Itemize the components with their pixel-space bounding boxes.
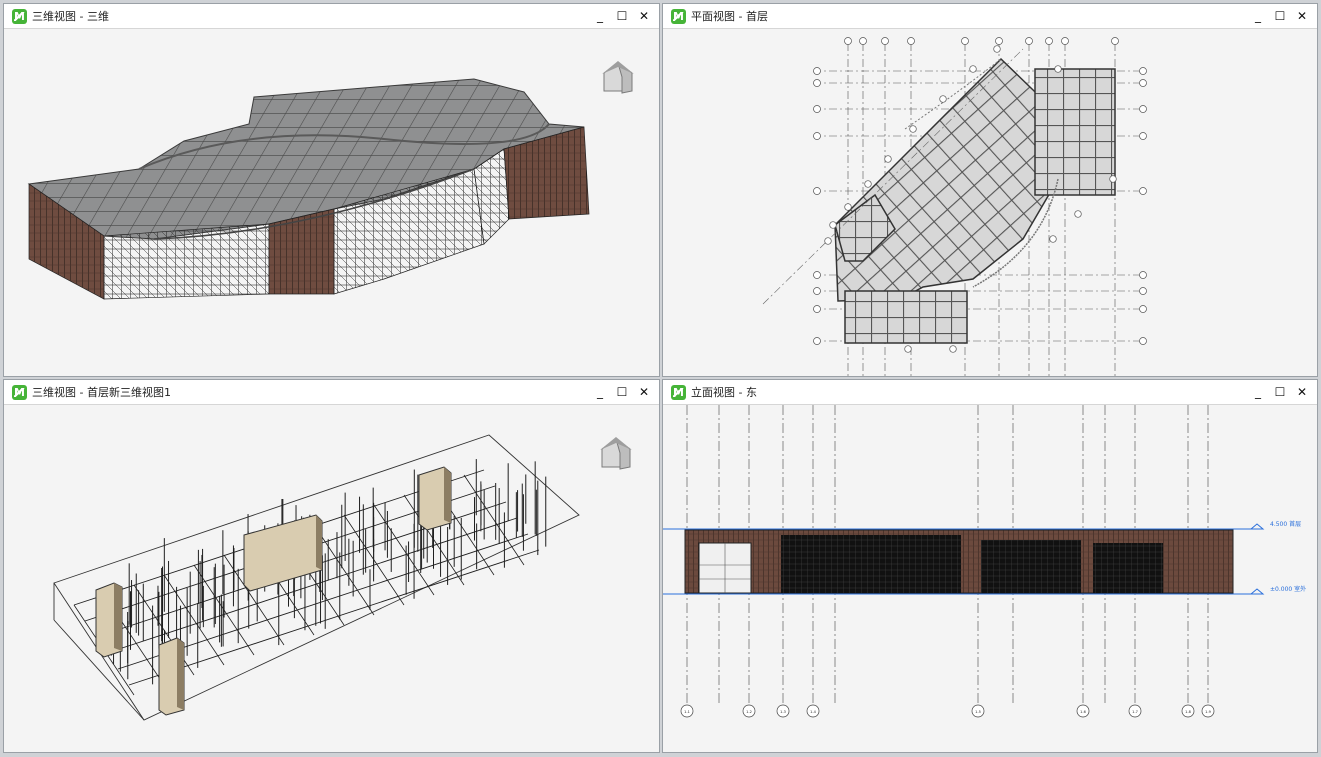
pane-3d-floor[interactable]: M 三维视图 - 首层新三维视图1 _ ☐ ✕ (3, 379, 660, 753)
grid-label: 1-9 (1205, 710, 1211, 714)
grid-label: 1-7 (1132, 710, 1138, 714)
level-label-top: 4.500 首层 (1270, 520, 1301, 528)
viewport-3d-main[interactable] (4, 29, 659, 376)
level-label-bottom: ±0.000 室外 (1270, 585, 1306, 593)
minimize-button[interactable]: _ (1247, 382, 1269, 402)
column-block-2 (158, 637, 185, 716)
pane-3d-main[interactable]: M 三维视图 - 三维 _ ☐ ✕ (3, 3, 660, 377)
app-logo-icon: M (671, 8, 686, 24)
minimize-button[interactable]: _ (589, 6, 611, 26)
minimize-button[interactable]: _ (1247, 6, 1269, 26)
grid-label: 1-2 (746, 710, 752, 714)
section-box (53, 434, 580, 721)
pane-title: 三维视图 - 三维 (32, 10, 109, 23)
pane-elevation[interactable]: M 立面视图 - 东 _ ☐ ✕ 4.500 首层 ±0.000 室外 1-1 … (662, 379, 1318, 753)
pane-titlebar[interactable]: M 平面视图 - 首层 _ ☐ ✕ (663, 4, 1317, 29)
pane-title: 立面视图 - 东 (691, 386, 757, 399)
maximize-button[interactable]: ☐ (611, 6, 633, 26)
app-logo-icon: M (12, 8, 27, 24)
close-button[interactable]: ✕ (1291, 382, 1313, 402)
close-button[interactable]: ✕ (1291, 6, 1313, 26)
column-block-4 (418, 466, 452, 531)
pane-plan[interactable]: M 平面视图 - 首层 _ ☐ ✕ (662, 3, 1318, 377)
viewport-3d-floor[interactable] (4, 405, 659, 752)
plan-diagonal-wing (834, 57, 1062, 302)
app-logo-icon: M (671, 384, 686, 400)
close-button[interactable]: ✕ (633, 382, 655, 402)
maximize-button[interactable]: ☐ (1269, 6, 1291, 26)
grid-label: 1-8 (1185, 710, 1191, 714)
grid-label: 1-5 (975, 710, 981, 714)
wall-front-left (103, 223, 270, 300)
close-button[interactable]: ✕ (633, 6, 655, 26)
plan-block-southwest (844, 290, 968, 344)
grid-label: 1-1 (684, 710, 690, 714)
grid-label: 1-4 (810, 710, 816, 714)
house-icon (602, 61, 634, 94)
pane-title: 平面视图 - 首层 (691, 10, 768, 23)
pane-title: 三维视图 - 首层新三维视图1 (32, 386, 171, 399)
grid-label: 1-6 (1080, 710, 1086, 714)
grid-label: 1-3 (780, 710, 786, 714)
plan-block-northeast (1034, 68, 1116, 196)
viewport-plan[interactable] (663, 29, 1317, 376)
wall-front-mid (268, 208, 335, 295)
pane-titlebar[interactable]: M 立面视图 - 东 _ ☐ ✕ (663, 380, 1317, 405)
viewport-grid: M 三维视图 - 三维 _ ☐ ✕ M 平面视图 - 首层 _ ☐ ✕ M 三维… (0, 0, 1321, 757)
maximize-button[interactable]: ☐ (1269, 382, 1291, 402)
app-logo-icon: M (12, 384, 27, 400)
minimize-button[interactable]: _ (589, 382, 611, 402)
house-icon (600, 437, 632, 470)
maximize-button[interactable]: ☐ (611, 382, 633, 402)
viewport-elevation[interactable]: 4.500 首层 ±0.000 室外 1-1 1-2 1-3 1-4 1-5 1-6 1-7… (663, 405, 1317, 752)
column-block-1 (95, 582, 123, 658)
pane-titlebar[interactable]: M 三维视图 - 三维 _ ☐ ✕ (4, 4, 659, 29)
pane-titlebar[interactable]: M 三维视图 - 首层新三维视图1 _ ☐ ✕ (4, 380, 659, 405)
